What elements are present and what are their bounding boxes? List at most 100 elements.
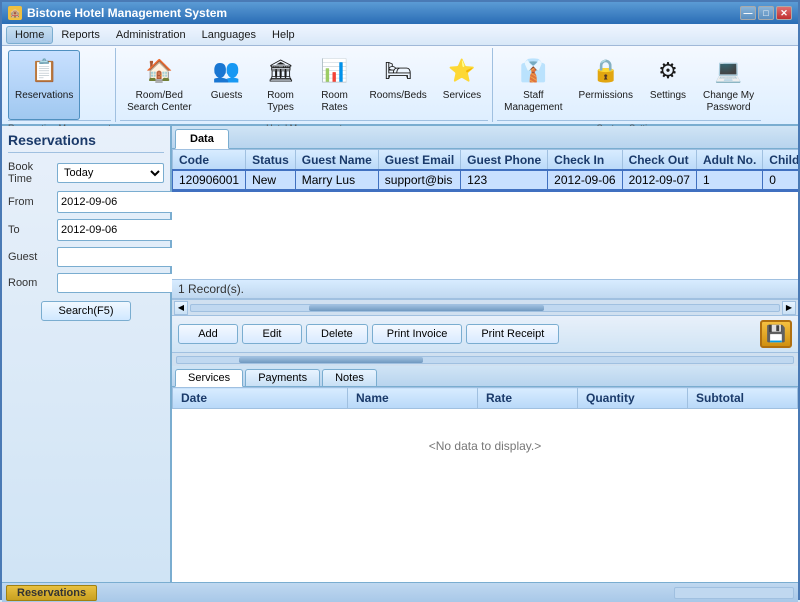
guest-row: Guest bbox=[8, 247, 164, 267]
maximize-button[interactable]: □ bbox=[758, 6, 774, 20]
bottom-col-rate: Rate bbox=[478, 388, 578, 409]
search-button[interactable]: Search(F5) bbox=[41, 301, 130, 321]
permissions-icon: 🔒 bbox=[590, 55, 622, 87]
toolbar-btn-reservations[interactable]: 📋 Reservations bbox=[8, 50, 80, 120]
bottom-col-date: Date bbox=[173, 388, 348, 409]
book-time-label: Book Time bbox=[8, 161, 53, 185]
close-button[interactable]: ✕ bbox=[776, 6, 792, 20]
left-panel-title: Reservations bbox=[8, 132, 164, 153]
horizontal-scrollbar[interactable]: ◀ ▶ bbox=[172, 299, 798, 315]
status-label: Reservations bbox=[6, 585, 97, 601]
print-invoice-button[interactable]: Print Invoice bbox=[372, 324, 463, 344]
scroll-thumb bbox=[309, 305, 544, 311]
to-row: To ▼ bbox=[8, 219, 164, 241]
col-check-in: Check In bbox=[548, 150, 622, 171]
toolbar-section-system-settings: 👔 StaffManagement 🔒 Permissions ⚙ Settin… bbox=[495, 48, 765, 122]
room-types-icon: 🏛 bbox=[265, 55, 297, 87]
toolbar-section-reservation-management: 📋 Reservations Reservation Management bbox=[6, 48, 116, 122]
print-receipt-button[interactable]: Print Receipt bbox=[466, 324, 559, 344]
book-time-row: Book Time Today This Week This Month All bbox=[8, 161, 164, 185]
cell-guest-phone: 123 bbox=[461, 171, 548, 190]
bottom-col-quantity: Quantity bbox=[578, 388, 688, 409]
toolbar-btn-guests[interactable]: 👥 Guests bbox=[201, 50, 253, 120]
right-panel: Data Code Status Guest Name Guest Email … bbox=[172, 126, 798, 582]
toolbar-btn-room-bed-search[interactable]: 🏠 Room/BedSearch Center bbox=[120, 50, 198, 120]
action-scroll-track[interactable] bbox=[176, 356, 794, 364]
data-table-container[interactable]: Code Status Guest Name Guest Email Guest… bbox=[172, 149, 798, 279]
cell-guest-name: Marry Lus bbox=[295, 171, 378, 190]
toolbar-btn-room-rates[interactable]: 📊 RoomRates bbox=[309, 50, 361, 120]
room-row: Room bbox=[8, 273, 164, 293]
services-icon: ⭐ bbox=[446, 55, 478, 87]
action-bar: Add Edit Delete Print Invoice Print Rece… bbox=[172, 315, 798, 352]
change-password-label: Change MyPassword bbox=[703, 90, 754, 114]
col-guest-email: Guest Email bbox=[378, 150, 460, 171]
col-status: Status bbox=[246, 150, 296, 171]
tab-notes[interactable]: Notes bbox=[322, 369, 377, 386]
scroll-left-arrow[interactable]: ◀ bbox=[174, 301, 188, 315]
toolbar-btn-room-types[interactable]: 🏛 RoomTypes bbox=[255, 50, 307, 120]
cell-status: New bbox=[246, 171, 296, 190]
room-bed-search-icon: 🏠 bbox=[143, 55, 175, 87]
rooms-beds-label: Rooms/Beds bbox=[370, 90, 427, 102]
toolbar-btn-change-password[interactable]: 💻 Change MyPassword bbox=[696, 50, 761, 120]
no-data-message: <No data to display.> bbox=[173, 409, 798, 483]
tab-data[interactable]: Data bbox=[175, 129, 229, 149]
minimize-button[interactable]: — bbox=[740, 6, 756, 20]
col-code: Code bbox=[173, 150, 246, 171]
toolbar: 📋 Reservations Reservation Management 🏠 … bbox=[2, 46, 798, 126]
menu-languages[interactable]: Languages bbox=[194, 27, 264, 43]
services-table: Date Name Rate Quantity Subtotal <No dat… bbox=[172, 387, 798, 483]
room-rates-label: RoomRates bbox=[321, 90, 348, 114]
room-bed-search-label: Room/BedSearch Center bbox=[127, 90, 191, 114]
rooms-beds-icon: 🛏 bbox=[382, 55, 414, 87]
menu-home[interactable]: Home bbox=[6, 26, 53, 44]
menu-help[interactable]: Help bbox=[264, 27, 303, 43]
book-time-select[interactable]: Today This Week This Month All bbox=[57, 163, 164, 183]
staff-management-icon: 👔 bbox=[517, 55, 549, 87]
reservations-icon: 📋 bbox=[28, 55, 60, 87]
toolbar-section-hotel-management: 🏠 Room/BedSearch Center 👥 Guests 🏛 RoomT… bbox=[118, 48, 493, 122]
scroll-right-arrow[interactable]: ▶ bbox=[782, 301, 796, 315]
from-label: From bbox=[8, 196, 53, 208]
staff-management-label: StaffManagement bbox=[504, 90, 562, 114]
title-bar: 🏨 Bistone Hotel Management System — □ ✕ bbox=[2, 2, 798, 24]
toolbar-btn-services[interactable]: ⭐ Services bbox=[436, 50, 488, 120]
reservations-label: Reservations bbox=[15, 90, 73, 102]
status-scrollbar[interactable] bbox=[674, 587, 794, 599]
left-panel: Reservations Book Time Today This Week T… bbox=[2, 126, 172, 582]
tab-services[interactable]: Services bbox=[175, 369, 243, 387]
room-types-label: RoomTypes bbox=[267, 90, 294, 114]
action-scroll-thumb bbox=[239, 357, 424, 363]
bottom-col-subtotal: Subtotal bbox=[688, 388, 798, 409]
col-guest-name: Guest Name bbox=[295, 150, 378, 171]
col-adult-no: Adult No. bbox=[696, 150, 762, 171]
scroll-track[interactable] bbox=[190, 304, 780, 312]
window-title: Bistone Hotel Management System bbox=[27, 6, 227, 20]
save-button[interactable]: 💾 bbox=[760, 320, 792, 348]
col-child-no: Child No. bbox=[763, 150, 798, 171]
toolbar-btn-permissions[interactable]: 🔒 Permissions bbox=[572, 50, 640, 120]
add-button[interactable]: Add bbox=[178, 324, 238, 344]
menu-administration[interactable]: Administration bbox=[108, 27, 194, 43]
toolbar-btn-rooms-beds[interactable]: 🛏 Rooms/Beds bbox=[363, 50, 434, 120]
bottom-col-name: Name bbox=[348, 388, 478, 409]
tab-payments[interactable]: Payments bbox=[245, 369, 320, 386]
toolbar-btn-staff-management[interactable]: 👔 StaffManagement bbox=[497, 50, 569, 120]
cell-guest-email: support@bis bbox=[378, 171, 460, 190]
bottom-table-container: Date Name Rate Quantity Subtotal <No dat… bbox=[172, 387, 798, 582]
content-area: Reservations Book Time Today This Week T… bbox=[2, 126, 798, 582]
delete-button[interactable]: Delete bbox=[306, 324, 368, 344]
guests-label: Guests bbox=[211, 90, 243, 102]
toolbar-btn-settings[interactable]: ⚙ Settings bbox=[642, 50, 694, 120]
cell-check-in: 2012-09-06 bbox=[548, 171, 622, 190]
edit-button[interactable]: Edit bbox=[242, 324, 302, 344]
main-tab-bar: Data bbox=[172, 126, 798, 149]
record-count-bar: 1 Record(s). bbox=[172, 279, 798, 299]
menu-bar: Home Reports Administration Languages He… bbox=[2, 24, 798, 46]
settings-label: Settings bbox=[650, 90, 686, 102]
menu-reports[interactable]: Reports bbox=[53, 27, 108, 43]
table-row[interactable]: 120906001 New Marry Lus support@bis 123 … bbox=[173, 171, 799, 190]
from-row: From ▼ bbox=[8, 191, 164, 213]
guests-icon: 👥 bbox=[211, 55, 243, 87]
